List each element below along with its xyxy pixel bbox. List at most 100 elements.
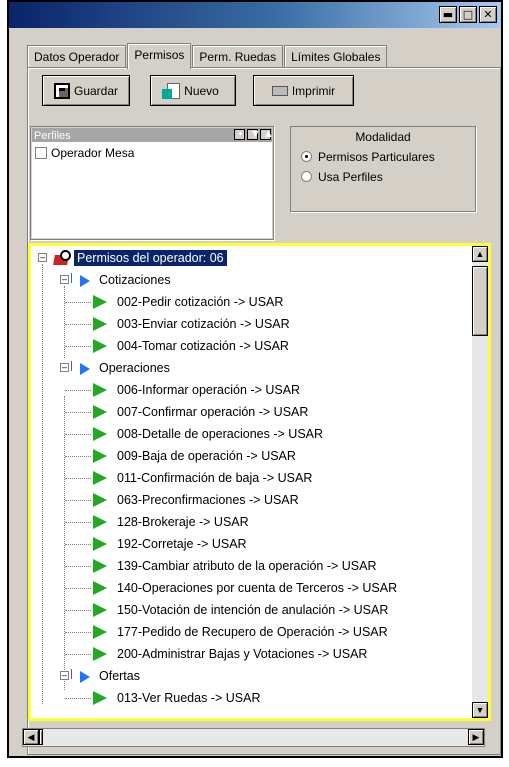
floppy-disk-icon	[53, 82, 70, 99]
tree-item[interactable]: 063-Preconfirmaciones -> USAR	[93, 489, 299, 511]
profiles-list: Operador Mesa	[32, 142, 272, 238]
tree-item-label: 009-Baja de operación -> USAR	[117, 449, 296, 463]
tree-item-label: 128-Brokeraje -> USAR	[117, 515, 249, 529]
new-document-icon	[162, 82, 181, 99]
tree-item[interactable]: 177-Pedido de Recupero de Operación -> U…	[93, 621, 388, 643]
play-icon	[93, 339, 107, 353]
folder-arrow-icon	[71, 273, 93, 287]
restore-icon[interactable]: □	[459, 6, 477, 23]
tree-group-operaciones[interactable]: Operaciones	[71, 357, 170, 379]
tree-item[interactable]: 006-Informar operación -> USAR	[93, 379, 300, 401]
play-icon	[93, 559, 107, 573]
tree-guide	[65, 698, 91, 699]
operator-permissions-icon	[53, 250, 71, 266]
group-label: Operaciones	[99, 361, 170, 375]
tree-item[interactable]: 200-Administrar Bajas y Votaciones -> US…	[93, 643, 367, 665]
minimize-icon[interactable]: ▬	[439, 6, 457, 23]
radio-usa-perfiles[interactable]: Usa Perfiles	[291, 164, 475, 184]
tree-guide	[65, 478, 91, 479]
tree-guide	[65, 434, 91, 435]
scroll-thumb[interactable]	[472, 266, 488, 336]
tree-item[interactable]: 007-Confirmar operación -> USAR	[93, 401, 308, 423]
tree-guide	[65, 544, 91, 545]
new-button-label: Nuevo	[184, 83, 219, 98]
play-icon	[93, 493, 107, 507]
list-item[interactable]: Operador Mesa	[32, 142, 272, 164]
tab-strip: Datos Operador Permisos Perm. Ruedas Lím…	[27, 42, 388, 69]
play-icon	[93, 515, 107, 529]
tree-item[interactable]: 002-Pedir cotización -> USAR	[93, 291, 283, 313]
tree-group-cotizaciones[interactable]: Cotizaciones	[71, 269, 171, 291]
tab-limites-globales[interactable]: Límites Globales	[284, 45, 388, 68]
tree-item[interactable]: 150-Votación de intención de anulación -…	[93, 599, 388, 621]
tree-item[interactable]: 013-Ver Ruedas -> USAR	[93, 687, 260, 709]
dot-icon[interactable]: •	[234, 129, 245, 140]
tree-item-label: 003-Enviar cotización -> USAR	[117, 317, 290, 331]
tree-vertical-scrollbar[interactable]: ▲ ▼	[472, 246, 488, 718]
tree-item[interactable]: 003-Enviar cotización -> USAR	[93, 313, 290, 335]
tree-guide	[64, 396, 65, 690]
tree-guide	[65, 346, 91, 347]
tree-item[interactable]: 128-Brokeraje -> USAR	[93, 511, 249, 533]
collapse-icon[interactable]: –	[60, 671, 69, 680]
tree-horizontal-scrollbar[interactable]: ◀ ▶	[22, 728, 485, 747]
tab-datos-operador[interactable]: Datos Operador	[27, 45, 127, 68]
tab-perm-ruedas[interactable]: Perm. Ruedas	[192, 45, 284, 68]
tree-guide	[65, 588, 91, 589]
tree-guide	[65, 412, 91, 413]
tree-item-label: 004-Tomar cotización -> USAR	[117, 339, 289, 353]
profiles-header: Perfiles • ▼ ▲	[32, 128, 274, 142]
tree-guide	[65, 324, 91, 325]
print-button[interactable]: Imprimir	[253, 75, 354, 106]
new-button[interactable]: Nuevo	[150, 75, 236, 106]
tree-root[interactable]: Permisos del operador: 06	[53, 247, 228, 269]
chevron-up-icon[interactable]: ▲	[260, 129, 274, 140]
play-icon	[93, 383, 107, 397]
profiles-header-label: Perfiles	[34, 130, 71, 142]
tree-item[interactable]: 009-Baja de operación -> USAR	[93, 445, 296, 467]
radio-label: Usa Perfiles	[318, 170, 383, 184]
tree-item-label: 192-Corretaje -> USAR	[117, 537, 247, 551]
tree-item-label: 063-Preconfirmaciones -> USAR	[117, 493, 299, 507]
tree-item[interactable]: 011-Confirmación de baja -> USAR	[93, 467, 312, 489]
tree-item[interactable]: 008-Detalle de operaciones -> USAR	[93, 423, 323, 445]
scroll-up-icon[interactable]: ▲	[472, 246, 488, 262]
scroll-thumb[interactable]	[39, 729, 43, 745]
play-icon	[93, 449, 107, 463]
folder-arrow-icon	[71, 669, 93, 683]
scroll-left-icon[interactable]: ◀	[23, 729, 39, 745]
tree-group-ofertas[interactable]: Ofertas	[71, 665, 140, 687]
tree-item[interactable]: 004-Tomar cotización -> USAR	[93, 335, 289, 357]
profiles-panel: Perfiles • ▼ ▲ Operador Mesa	[30, 126, 274, 240]
tree-root-label: Permisos del operador: 06	[73, 249, 228, 267]
radio-selected-icon[interactable]	[301, 151, 312, 162]
play-icon	[93, 295, 107, 309]
tree-guide	[64, 286, 65, 358]
profile-checkbox[interactable]	[35, 147, 47, 159]
tab-permisos[interactable]: Permisos	[127, 43, 192, 69]
tree-guide	[65, 610, 91, 611]
scroll-down-icon[interactable]: ▼	[472, 702, 488, 718]
radio-label: Permisos Particulares	[318, 150, 435, 164]
collapse-icon[interactable]: –	[60, 363, 69, 372]
close-icon[interactable]: ✕	[479, 6, 497, 23]
tree-item-label: 177-Pedido de Recupero de Operación -> U…	[117, 625, 388, 639]
tree-item[interactable]: 192-Corretaje -> USAR	[93, 533, 247, 555]
tree-guide	[42, 264, 43, 704]
title-bar[interactable]: ▬ □ ✕	[9, 2, 501, 28]
collapse-icon[interactable]: –	[38, 253, 47, 262]
tree-item[interactable]: 140-Operaciones por cuenta de Terceros -…	[93, 577, 397, 599]
radio-permisos-particulares[interactable]: Permisos Particulares	[291, 144, 475, 164]
save-button[interactable]: Guardar	[42, 75, 130, 106]
tree-item-label: 007-Confirmar operación -> USAR	[117, 405, 309, 419]
tree-guide	[65, 500, 91, 501]
collapse-icon[interactable]: –	[60, 275, 69, 284]
scroll-right-icon[interactable]: ▶	[468, 729, 484, 745]
tree-item[interactable]: 139-Cambiar atributo de la operación -> …	[93, 555, 377, 577]
chevron-down-icon[interactable]: ▼	[247, 129, 261, 140]
play-icon	[93, 625, 107, 639]
play-icon	[93, 581, 107, 595]
tree-item-label: 011-Confirmación de baja -> USAR	[117, 471, 313, 485]
printer-icon	[271, 85, 288, 96]
radio-unselected-icon[interactable]	[301, 171, 312, 182]
